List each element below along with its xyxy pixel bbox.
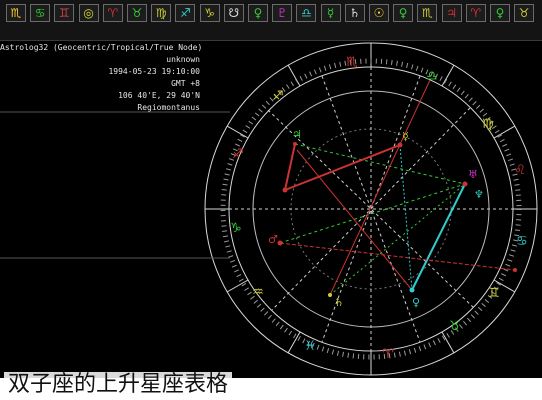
sign-icon: ♒ xyxy=(252,285,264,300)
sign-icon: ♌ xyxy=(514,163,526,178)
sign-icon: ♑ xyxy=(230,221,242,236)
astrology-app-window: ♏ ♋ ♊ ◎ ♈ ♉ ♍ ♐ ♑ ☋ ♀ ♇ ♎ ☿ ♄ ☉ ♀ ♏ ♃ ♈ ♀ ♉ Astrolog32 (Geoce… xyxy=(0,0,542,378)
sign-icon: ♓ xyxy=(304,339,316,354)
sign-icon: ♈ xyxy=(382,347,394,362)
sign-icon: ♐ xyxy=(232,147,244,162)
planet-icon: ♃ xyxy=(292,128,302,141)
planet-markers: ♃ ☿ ♅ ♆ ♀ ♄ ♂ xyxy=(268,128,517,309)
planet-icon: ♂ xyxy=(268,233,278,246)
planet-icon: ☿ xyxy=(402,130,409,143)
page-caption: 双子座的上升星座表格 xyxy=(4,372,233,398)
sign-icon: ♊ xyxy=(488,286,500,301)
sign-icon: ♋ xyxy=(516,234,528,249)
planet-icon: ♀ xyxy=(412,296,420,309)
house-cusps xyxy=(229,67,513,351)
sign-icon: ♎ xyxy=(426,69,438,84)
sign-icon: ♍ xyxy=(482,117,494,132)
sign-icon: ♏ xyxy=(346,55,358,70)
planet-icon: ♆ xyxy=(474,188,484,201)
sign-icon: ♐ xyxy=(272,89,284,104)
sign-icon: ♉ xyxy=(449,319,461,334)
planet-icon: ♄ xyxy=(334,296,344,309)
planet-icon: ♅ xyxy=(468,168,478,181)
astrology-chart: ♏ ♎ ♍ ♌ ♋ ♊ ♉ ♈ ♓ ♒ ♑ ♐ ♐ ♃ ☿ ♅ ♆ ♀ ♄ ♂ xyxy=(0,42,538,376)
